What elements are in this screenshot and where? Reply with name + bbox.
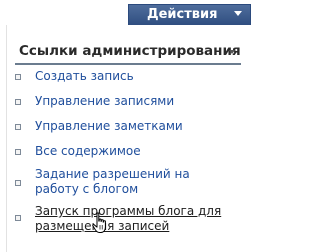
square-bullet-icon (15, 124, 21, 130)
panel-header: Ссылки администрирования (15, 39, 241, 65)
link-label[interactable]: Запуск программы блога для размещения за… (35, 204, 235, 234)
chevron-down-icon (234, 11, 242, 16)
link-label[interactable]: Управление записями (35, 94, 235, 109)
hand-pointer-icon (92, 212, 106, 233)
square-bullet-icon (15, 180, 21, 186)
panel-title: Ссылки администрирования (19, 43, 241, 59)
square-bullet-icon (15, 74, 21, 80)
square-bullet-icon (15, 99, 21, 105)
link-label[interactable]: Все содержимое (35, 144, 235, 159)
chevron-down-icon[interactable] (229, 50, 235, 54)
top-toolbar: Действия узла (0, 0, 251, 42)
link-label[interactable]: Создать запись (35, 69, 235, 84)
link-label[interactable]: Задание разрешений на работу с блогом (35, 167, 235, 197)
admin-links-panel: Ссылки администрирования Создать запись … (6, 25, 252, 252)
site-actions-button[interactable]: Действия узла (128, 4, 251, 42)
square-bullet-icon (15, 149, 21, 155)
link-label[interactable]: Управление заметками (35, 119, 235, 134)
square-bullet-icon (15, 215, 21, 221)
